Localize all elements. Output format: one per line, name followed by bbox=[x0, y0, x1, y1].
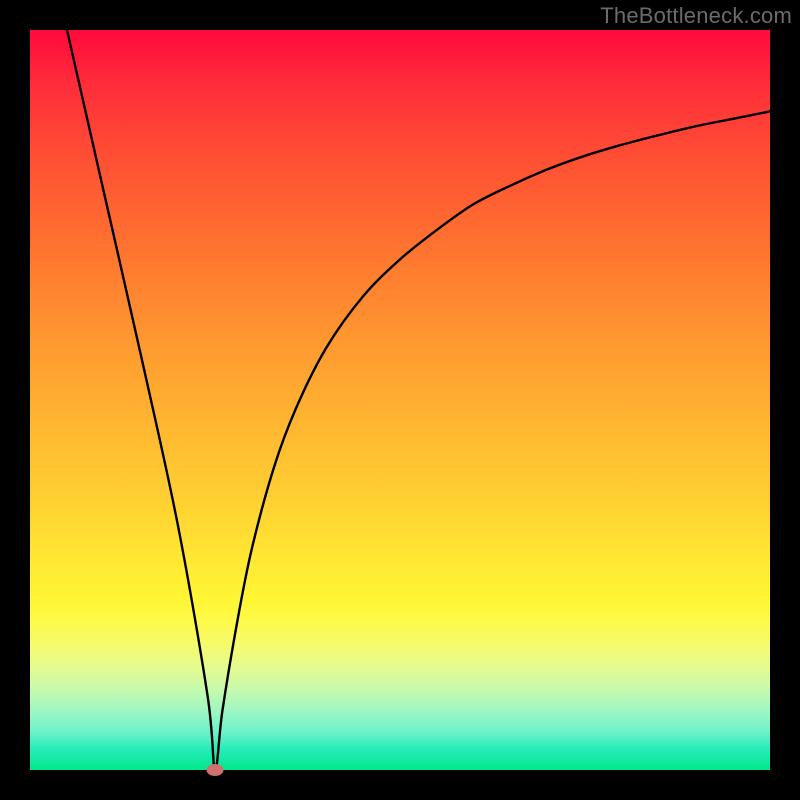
minimum-marker-icon bbox=[207, 764, 224, 776]
bottleneck-curve bbox=[30, 30, 770, 770]
watermark-text: TheBottleneck.com bbox=[600, 3, 792, 29]
